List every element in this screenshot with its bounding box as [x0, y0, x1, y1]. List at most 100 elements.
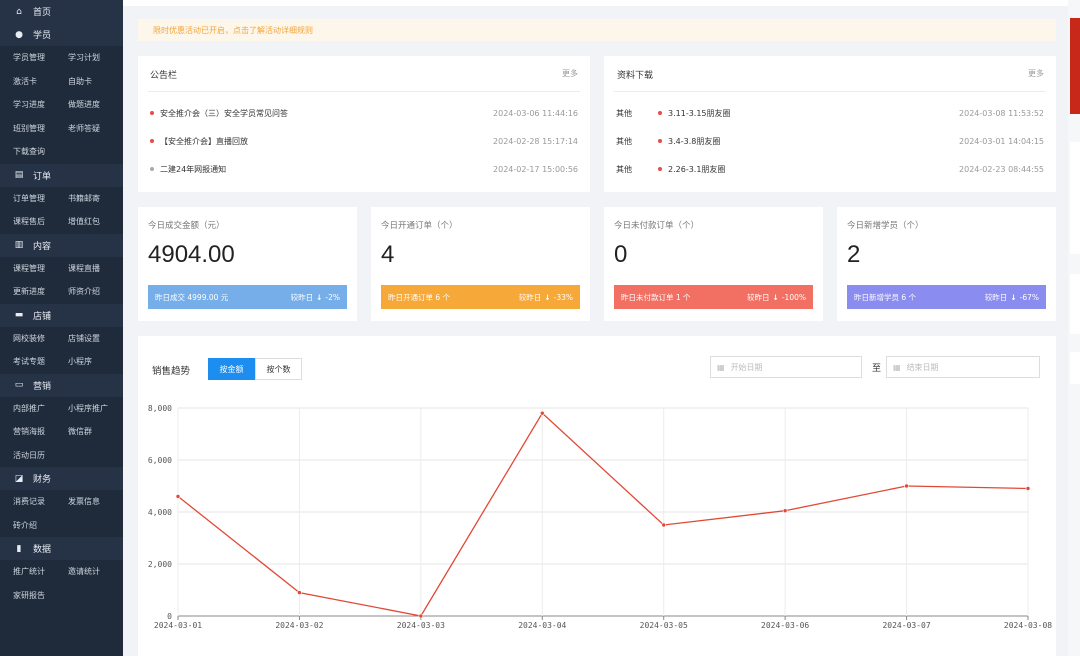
bulletin-item[interactable]: 【安全推介会】直播回放 2024-02-28 15:17:14	[150, 134, 578, 148]
sidebar-row: 网校装修 店铺设置	[0, 327, 123, 351]
sidebar-section-label: 首页	[33, 8, 52, 18]
top-bar	[123, 0, 1068, 6]
sidebar-section-7[interactable]: ▮ 数据	[0, 537, 123, 560]
sidebar-row: 营销海报 微信群	[0, 420, 123, 444]
side-panel	[1070, 274, 1080, 334]
sidebar-item[interactable]: 砖介绍	[13, 520, 69, 531]
bulletin-item[interactable]: 安全推介会（三）安全学员常见问答 2024-03-06 11:44:16	[150, 106, 578, 120]
sidebar-item[interactable]: 增值红包	[68, 216, 123, 227]
side-panel	[1070, 142, 1080, 254]
download-item-category: 其他	[616, 164, 632, 174]
bulletin-item-title: 安全推介会（三）安全学员常见问答	[160, 108, 288, 118]
sidebar-item[interactable]: 邀请统计	[68, 566, 123, 577]
bullet-dot-icon	[150, 111, 154, 115]
sidebar-item[interactable]: 活动日历	[13, 450, 69, 461]
downloads-more-link[interactable]: 更多	[1028, 68, 1044, 79]
right-edge-strip	[1068, 0, 1080, 656]
sidebar-item[interactable]: 师资介绍	[68, 286, 123, 297]
sidebar-item[interactable]: 课程直播	[68, 263, 123, 274]
sidebar-section-label: 财务	[33, 475, 52, 485]
promo-notice[interactable]: 限时优惠活动已开启，点击了解活动详细规则	[138, 19, 1056, 41]
x-tick-label: 2024-03-08	[1004, 621, 1052, 630]
y-tick-label: 0	[167, 612, 172, 621]
download-item-category: 其他	[616, 136, 632, 146]
bullet-dot-icon	[658, 111, 662, 115]
download-item[interactable]: 其他 2.26-3.1朋友圈 2024-02-23 08:44:55	[616, 162, 1044, 176]
sidebar-item[interactable]: 发票信息	[68, 496, 123, 507]
stat-compare-bar: 昨日开通订单 6 个 较昨日 ↓ -33%	[381, 285, 580, 309]
sidebar-item[interactable]: 更新进度	[13, 286, 68, 297]
data-point	[661, 522, 667, 528]
sidebar-item[interactable]: 微信群	[68, 426, 123, 437]
sidebar-item[interactable]: 小程序推广	[68, 403, 123, 414]
bullet-dot-icon	[150, 167, 154, 171]
bulletin-item[interactable]: 二建24年网报通知 2024-02-17 15:00:56	[150, 162, 578, 176]
download-item-category: 其他	[616, 108, 632, 118]
sidebar-item[interactable]: 课程售后	[13, 216, 68, 227]
sidebar-item[interactable]: 推广统计	[13, 566, 68, 577]
sidebar-item[interactable]: 订单管理	[13, 193, 68, 204]
sidebar-item[interactable]: 网校装修	[13, 333, 68, 344]
data-point	[418, 613, 424, 619]
sidebar-item[interactable]: 老师答疑	[68, 123, 123, 134]
sidebar-row: 订单管理 书籍邮寄	[0, 187, 123, 211]
bulletin-item-title: 二建24年网报通知	[160, 164, 227, 174]
bulletin-item-time: 2024-03-06 11:44:16	[493, 108, 578, 118]
sidebar-item[interactable]: 营销海报	[13, 426, 68, 437]
download-item-title: 3.11-3.15朋友圈	[668, 108, 731, 118]
stat-value: 2	[847, 241, 861, 268]
content-icon: ▥	[14, 240, 24, 250]
sidebar-item[interactable]: 激活卡	[13, 76, 68, 87]
sidebar-item[interactable]: 消费记录	[13, 496, 68, 507]
sidebar-row: 学习进度 做题进度	[0, 93, 123, 117]
sidebar-item[interactable]: 学员管理	[13, 52, 68, 63]
stat-change-value: -2%	[325, 292, 340, 302]
user-icon: ●	[15, 29, 23, 40]
sidebar-item[interactable]: 内部推广	[13, 403, 68, 414]
sidebar-item[interactable]: 下载查询	[13, 146, 69, 157]
download-item-time: 2024-03-01 14:04:15	[959, 136, 1044, 146]
sidebar-row: 激活卡 自助卡	[0, 70, 123, 94]
finance-icon: ◪	[14, 473, 24, 484]
sidebar-section-4[interactable]: ▬ 店铺	[0, 303, 123, 327]
sidebar: ⌂ 首页 ● 学员 学员管理 学习计划 激活卡 自助卡 学习进度 做题进度 班别管理 老师答疑 下载查询…	[0, 0, 123, 656]
stat-change-value: -100%	[781, 292, 806, 302]
sidebar-item[interactable]: 课程管理	[13, 263, 68, 274]
red-banner[interactable]	[1070, 18, 1080, 114]
sidebar-item[interactable]: 学习进度	[13, 99, 68, 110]
stat-card: 今日成交金额（元） 4904.00 昨日成交 4999.00 元 较昨日 ↓ -2%	[138, 207, 357, 321]
sidebar-item[interactable]: 自助卡	[68, 76, 123, 87]
stat-yesterday: 昨日开通订单 6 个	[388, 292, 451, 302]
y-tick-label: 8,000	[148, 404, 172, 413]
sidebar-section-label: 店铺	[33, 311, 52, 322]
sidebar-item[interactable]: 做题进度	[68, 99, 123, 110]
sidebar-item[interactable]: 店铺设置	[68, 333, 123, 344]
sidebar-section-1[interactable]: ● 学员	[0, 23, 123, 46]
stat-value: 0	[614, 241, 628, 268]
order-icon: ▤	[14, 170, 24, 180]
stat-label: 今日新增学员（个）	[847, 221, 924, 231]
sidebar-section-0[interactable]: ⌂ 首页	[0, 0, 123, 23]
sales-line-chart: 0 2,000 4,000 6,000 8,000 2024-03-01 2024-03-0…	[148, 404, 1052, 630]
sidebar-item[interactable]: 书籍邮寄	[68, 193, 123, 204]
sidebar-section-2[interactable]: ▤ 订单	[0, 163, 123, 187]
download-item[interactable]: 其他 3.11-3.15朋友圈 2024-03-08 11:53:52	[616, 106, 1044, 120]
sidebar-section-3[interactable]: ▥ 内容	[0, 233, 123, 257]
sidebar-item[interactable]: 小程序	[68, 356, 123, 367]
stat-yesterday: 昨日未付款订单 1 个	[621, 292, 691, 302]
sidebar-section-6[interactable]: ◪ 财务	[0, 467, 123, 490]
sidebar-item[interactable]: 考试专题	[13, 356, 68, 367]
sidebar-section-label: 学员	[33, 31, 52, 41]
sidebar-item[interactable]: 家研报告	[13, 590, 69, 601]
sidebar-item[interactable]: 班别管理	[13, 123, 68, 134]
download-item[interactable]: 其他 3.4-3.8朋友圈 2024-03-01 14:04:15	[616, 134, 1044, 148]
bulletin-more-link[interactable]: 更多	[562, 68, 578, 79]
sidebar-section-5[interactable]: ▭ 营销	[0, 373, 123, 397]
stat-card: 今日未付款订单（个） 0 昨日未付款订单 1 个 较昨日 ↓ -100%	[604, 207, 823, 321]
ticket-icon: ▭	[14, 380, 24, 390]
x-tick-label: 2024-03-05	[640, 621, 688, 630]
stat-yesterday: 昨日成交 4999.00 元	[155, 292, 229, 302]
download-item-title: 3.4-3.8朋友圈	[668, 136, 721, 146]
bulletin-title: 公告栏	[150, 71, 178, 81]
sidebar-item[interactable]: 学习计划	[68, 52, 123, 63]
